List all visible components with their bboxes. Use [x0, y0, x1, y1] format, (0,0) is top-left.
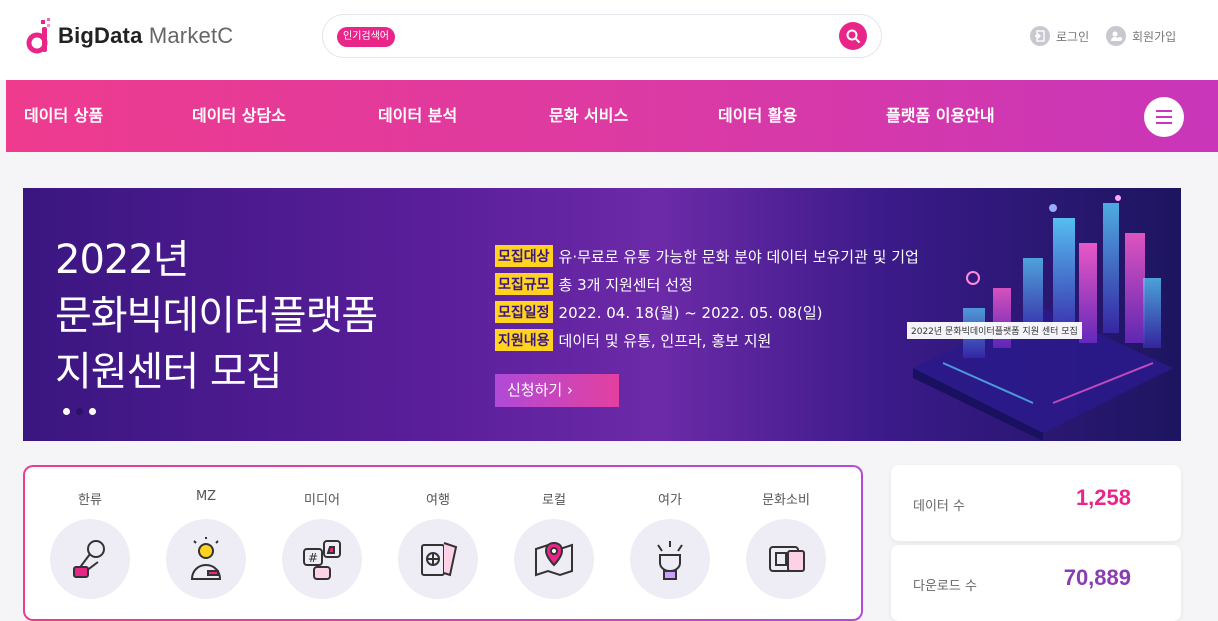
login-link[interactable]: 로그인 — [1030, 26, 1089, 46]
category-media[interactable]: 미디어 # — [277, 467, 367, 599]
category-culture-consumption[interactable]: 문화소비 — [741, 467, 831, 599]
idea-person-icon — [166, 519, 246, 599]
category-label: 여가 — [658, 493, 682, 508]
info-row: 모집일정 2022. 04. 18(월) ~ 2022. 05. 08(일) — [495, 298, 919, 326]
site-logo[interactable]: BigData MarketC — [26, 14, 233, 58]
carousel-dots — [63, 408, 102, 415]
nav-item-data-analysis[interactable]: 데이터 분석 — [378, 80, 457, 152]
carousel-dot[interactable] — [63, 408, 70, 415]
add-user-icon — [1106, 26, 1126, 46]
nav-item-culture-service[interactable]: 문화 서비스 — [549, 80, 628, 152]
category-mz[interactable]: MZ — [161, 467, 251, 599]
stat-label: 데이터 수 — [913, 499, 965, 514]
site-header: BigData MarketC 인기검색어 로그인 회원가입 — [0, 0, 1218, 80]
hero-banner[interactable]: 2022년 문화빅데이터플랫폼 지원센터 모집 모집대상 유·무료로 유통 가능한… — [23, 188, 1181, 441]
popular-search-tag[interactable]: 인기검색어 — [337, 27, 395, 47]
banner-info: 모집대상 유·무료로 유통 가능한 문화 분야 데이터 보유기관 및 기업 모집규… — [495, 242, 919, 354]
carousel-dot[interactable] — [89, 408, 96, 415]
category-label: 여행 — [426, 493, 450, 508]
search-icon — [846, 29, 860, 43]
join-label: 회원가입 — [1132, 29, 1177, 44]
category-hallyu[interactable]: 한류 — [45, 467, 135, 599]
nav-item-data-usage[interactable]: 데이터 활용 — [718, 80, 797, 152]
category-label: MZ — [195, 489, 217, 504]
info-row: 모집대상 유·무료로 유통 가능한 문화 분야 데이터 보유기관 및 기업 — [495, 242, 919, 270]
cheering-fist-icon — [630, 519, 710, 599]
stat-data-count: 데이터 수 1,258 — [891, 465, 1181, 541]
brand-name: BigData MarketC — [58, 23, 234, 48]
category-travel[interactable]: 여행 — [393, 467, 483, 599]
search-input[interactable] — [413, 25, 833, 49]
main-nav: 데이터 상품 데이터 상담소 데이터 분석 문화 서비스 데이터 활용 플랫폼 … — [6, 80, 1218, 152]
nav-item-data-products[interactable]: 데이터 상품 — [24, 80, 103, 152]
social-media-icon: # — [282, 519, 362, 599]
info-row: 지원내용 데이터 및 유통, 인프라, 홍보 지원 — [495, 326, 919, 354]
search-button[interactable] — [839, 22, 867, 50]
stat-value: 70,889 — [1063, 565, 1131, 590]
category-label: 미디어 — [304, 493, 340, 508]
city-illustration — [913, 195, 1173, 441]
category-label: 한류 — [78, 493, 102, 508]
nav-item-data-consult[interactable]: 데이터 상담소 — [192, 80, 286, 152]
category-panel: 한류 MZ 미디어 # 여행 로컬 여가 문화소비 — [23, 465, 863, 621]
apply-button[interactable]: 신청하기 › — [495, 374, 619, 407]
carousel-dot-active[interactable] — [76, 408, 83, 415]
menu-button[interactable] — [1144, 97, 1184, 137]
stat-download-count: 다운로드 수 70,889 — [891, 545, 1181, 621]
login-label: 로그인 — [1056, 29, 1090, 44]
category-local[interactable]: 로컬 — [509, 467, 599, 599]
login-icon — [1030, 26, 1050, 46]
microphone-icon — [50, 519, 130, 599]
category-leisure[interactable]: 여가 — [625, 467, 715, 599]
ticket-icon — [746, 519, 826, 599]
category-label: 로컬 — [542, 493, 566, 508]
stat-label: 다운로드 수 — [913, 579, 977, 594]
nav-item-platform-guide[interactable]: 플랫폼 이용안내 — [886, 80, 995, 152]
join-link[interactable]: 회원가입 — [1106, 26, 1176, 46]
map-pin-icon — [514, 519, 594, 599]
info-row: 모집규모 총 3개 지원센터 선정 — [495, 270, 919, 298]
logo-mark-icon — [26, 18, 50, 54]
hamburger-icon — [1156, 108, 1172, 126]
category-label: 문화소비 — [762, 493, 810, 508]
banner-caption: 2022년 문화빅데이터플랫폼 지원 센터 모집 — [907, 322, 1082, 339]
passport-icon — [398, 519, 478, 599]
search-bar: 인기검색어 — [322, 14, 882, 58]
svg-text:#: # — [308, 551, 318, 565]
stat-value: 1,258 — [1075, 485, 1131, 510]
banner-title: 2022년 문화빅데이터플랫폼 지원센터 모집 — [55, 237, 378, 395]
